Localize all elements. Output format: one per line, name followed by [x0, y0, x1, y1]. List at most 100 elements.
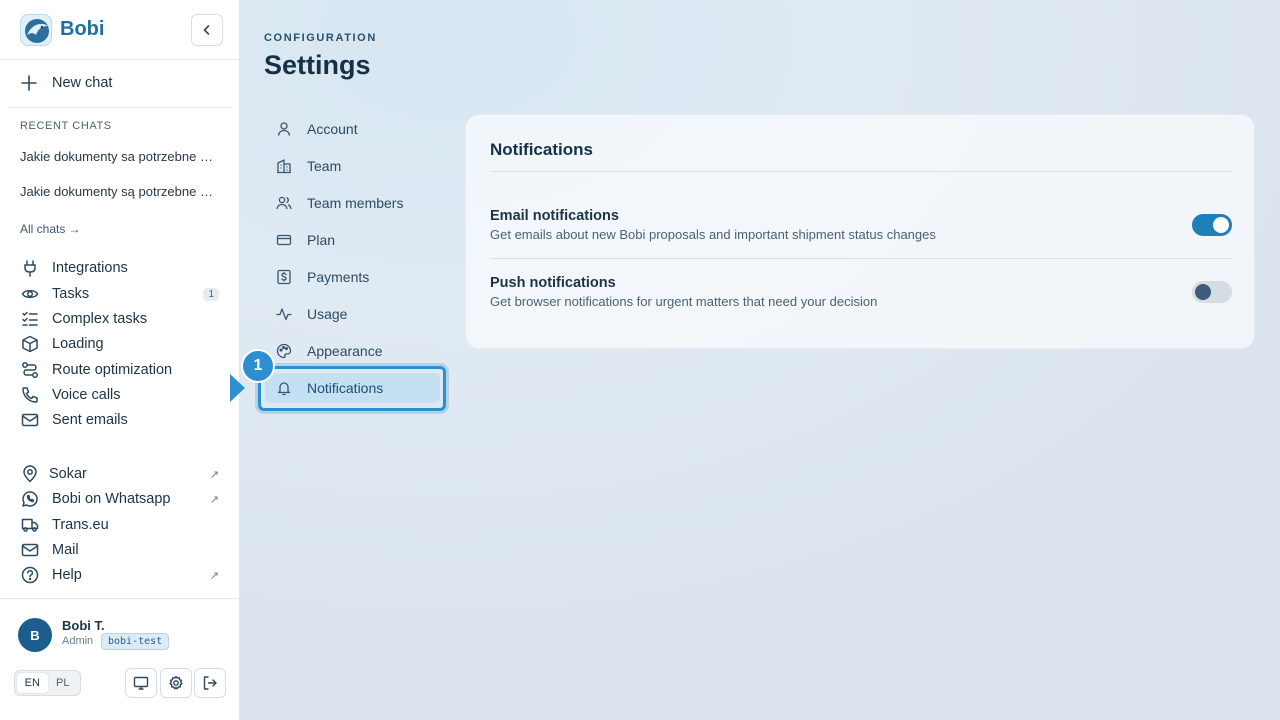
settings-tab-payments[interactable]: Payments — [265, 262, 440, 292]
push-notifications-description: Get browser notifications for urgent mat… — [490, 294, 878, 309]
logout-button[interactable] — [194, 668, 226, 698]
new-chat-label: New chat — [52, 75, 113, 91]
sidebar-item-route-optimization[interactable]: Route optimization — [20, 359, 224, 381]
recent-chat-item[interactable]: Jakie dokumenty sa potrzebne do przewozu — [20, 149, 220, 164]
settings-tab-label: Team — [307, 158, 342, 174]
sidebar-item-label: Trans.eu — [52, 517, 109, 533]
brand-name: Bobi — [60, 18, 105, 40]
sidebar-item-label: Help — [52, 567, 82, 583]
notifications-card: Notifications Email notifications Get em… — [465, 114, 1255, 349]
eye-icon — [20, 284, 40, 304]
chevron-left-icon — [203, 25, 210, 35]
settings-tab-account[interactable]: Account — [265, 114, 440, 144]
plus-icon — [20, 74, 40, 92]
sidebar-item-complex-tasks[interactable]: Complex tasks — [20, 308, 224, 330]
building-icon — [275, 157, 293, 175]
sidebar-item-label: Route optimization — [52, 362, 173, 378]
settings-tab-plan[interactable]: Plan — [265, 225, 440, 255]
mail-icon — [20, 410, 40, 430]
sidebar-item-label: Mail — [52, 542, 79, 558]
external-link-icon: ↗ — [209, 569, 219, 582]
divider — [0, 598, 239, 599]
divider — [490, 171, 1232, 172]
settings-tab-appearance[interactable]: Appearance — [265, 336, 440, 366]
users-icon — [275, 194, 293, 212]
divider — [8, 107, 231, 108]
all-chats-link[interactable]: All chats → — [20, 222, 81, 236]
sidebar-item-label: Integrations — [52, 260, 128, 276]
divider — [490, 258, 1232, 259]
toggle-knob — [1195, 284, 1211, 300]
sidebar-item-label: Sokar — [49, 466, 87, 482]
settings-tab-usage[interactable]: Usage — [265, 299, 440, 329]
sidebar-item-loading[interactable]: Loading — [20, 333, 224, 355]
logout-icon — [203, 676, 217, 690]
collapse-sidebar-button[interactable] — [191, 14, 223, 46]
step-pointer-arrow — [230, 374, 245, 402]
settings-page: CONFIGURATION Settings Account Team Team… — [230, 0, 1280, 720]
phone-icon — [20, 385, 40, 405]
sidebar-item-label: Complex tasks — [52, 311, 148, 327]
settings-tab-team-members[interactable]: Team members — [265, 188, 440, 218]
credit-card-icon — [275, 231, 293, 249]
bobi-logo-icon — [20, 14, 52, 46]
box-icon — [20, 334, 40, 354]
sidebar-item-label: Tasks — [52, 286, 90, 302]
recent-chat-item[interactable]: Jakie dokumenty są potrzebne do przewozu — [20, 184, 220, 199]
count-badge: 1 — [203, 287, 219, 301]
user-role: Admin — [62, 635, 94, 647]
settings-tab-label: Usage — [307, 306, 348, 322]
route-icon — [20, 360, 40, 380]
external-link-icon: ↗ — [209, 468, 219, 481]
sidebar-item-label: Voice calls — [52, 387, 121, 403]
sidebar-item-mail[interactable]: Mail — [20, 539, 224, 561]
sidebar-item-sent-emails[interactable]: Sent emails — [20, 409, 224, 431]
gear-icon — [169, 675, 183, 690]
email-notifications-toggle[interactable] — [1192, 214, 1232, 236]
plug-icon — [20, 258, 40, 278]
checklist-icon — [20, 309, 40, 329]
sidebar-item-help[interactable]: Help ↗ — [20, 564, 224, 586]
sidebar-item-sokar[interactable]: Sokar ↗ — [20, 463, 224, 485]
language-switch: EN PL — [14, 670, 81, 696]
activity-icon — [275, 305, 293, 323]
pin-icon — [20, 464, 40, 484]
monitor-icon — [133, 676, 149, 690]
sidebar-item-label: Bobi on Whatsapp — [52, 491, 171, 507]
sidebar-item-bobi-on-whatsapp[interactable]: Bobi on Whatsapp ↗ — [20, 488, 224, 510]
truck-icon — [20, 515, 40, 535]
sidebar-item-voice-calls[interactable]: Voice calls — [20, 384, 224, 406]
sidebar-item-integrations[interactable]: Integrations — [20, 257, 224, 279]
dollar-icon — [275, 268, 293, 286]
language-option-en[interactable]: EN — [17, 673, 48, 693]
toggle-knob — [1213, 217, 1229, 233]
email-notifications-title: Email notifications — [490, 208, 619, 224]
user-name: Bobi T. — [62, 618, 105, 633]
settings-tab-label: Appearance — [307, 343, 383, 359]
email-notifications-description: Get emails about new Bobi proposals and … — [490, 227, 936, 242]
org-badge: bobi-test — [101, 633, 170, 650]
mail-icon — [20, 540, 40, 560]
sidebar-item-tasks[interactable]: Tasks 1 — [20, 283, 224, 305]
user-icon — [275, 120, 293, 138]
page-kicker: CONFIGURATION — [264, 32, 377, 44]
sidebar-item-trans-eu[interactable]: Trans.eu — [20, 514, 224, 536]
settings-tab-label: Plan — [307, 232, 336, 248]
new-chat-button[interactable]: New chat — [8, 68, 231, 98]
sidebar-item-label: Sent emails — [52, 412, 128, 428]
push-notifications-title: Push notifications — [490, 275, 616, 291]
display-mode-button[interactable] — [125, 668, 157, 698]
push-notifications-toggle[interactable] — [1192, 281, 1232, 303]
step-highlight — [258, 366, 446, 411]
settings-tab-team[interactable]: Team — [265, 151, 440, 181]
sidebar: Bobi New chat RECENT CHATS Jakie dokumen… — [0, 0, 240, 720]
palette-icon — [275, 342, 293, 360]
page-title: Settings — [264, 50, 371, 80]
avatar[interactable]: B — [18, 618, 52, 652]
help-icon — [20, 565, 40, 585]
brand-row: Bobi — [0, 0, 239, 60]
settings-button[interactable] — [160, 668, 192, 698]
language-option-pl[interactable]: PL — [48, 673, 79, 693]
external-link-icon: ↗ — [209, 493, 219, 506]
card-title: Notifications — [490, 140, 593, 159]
